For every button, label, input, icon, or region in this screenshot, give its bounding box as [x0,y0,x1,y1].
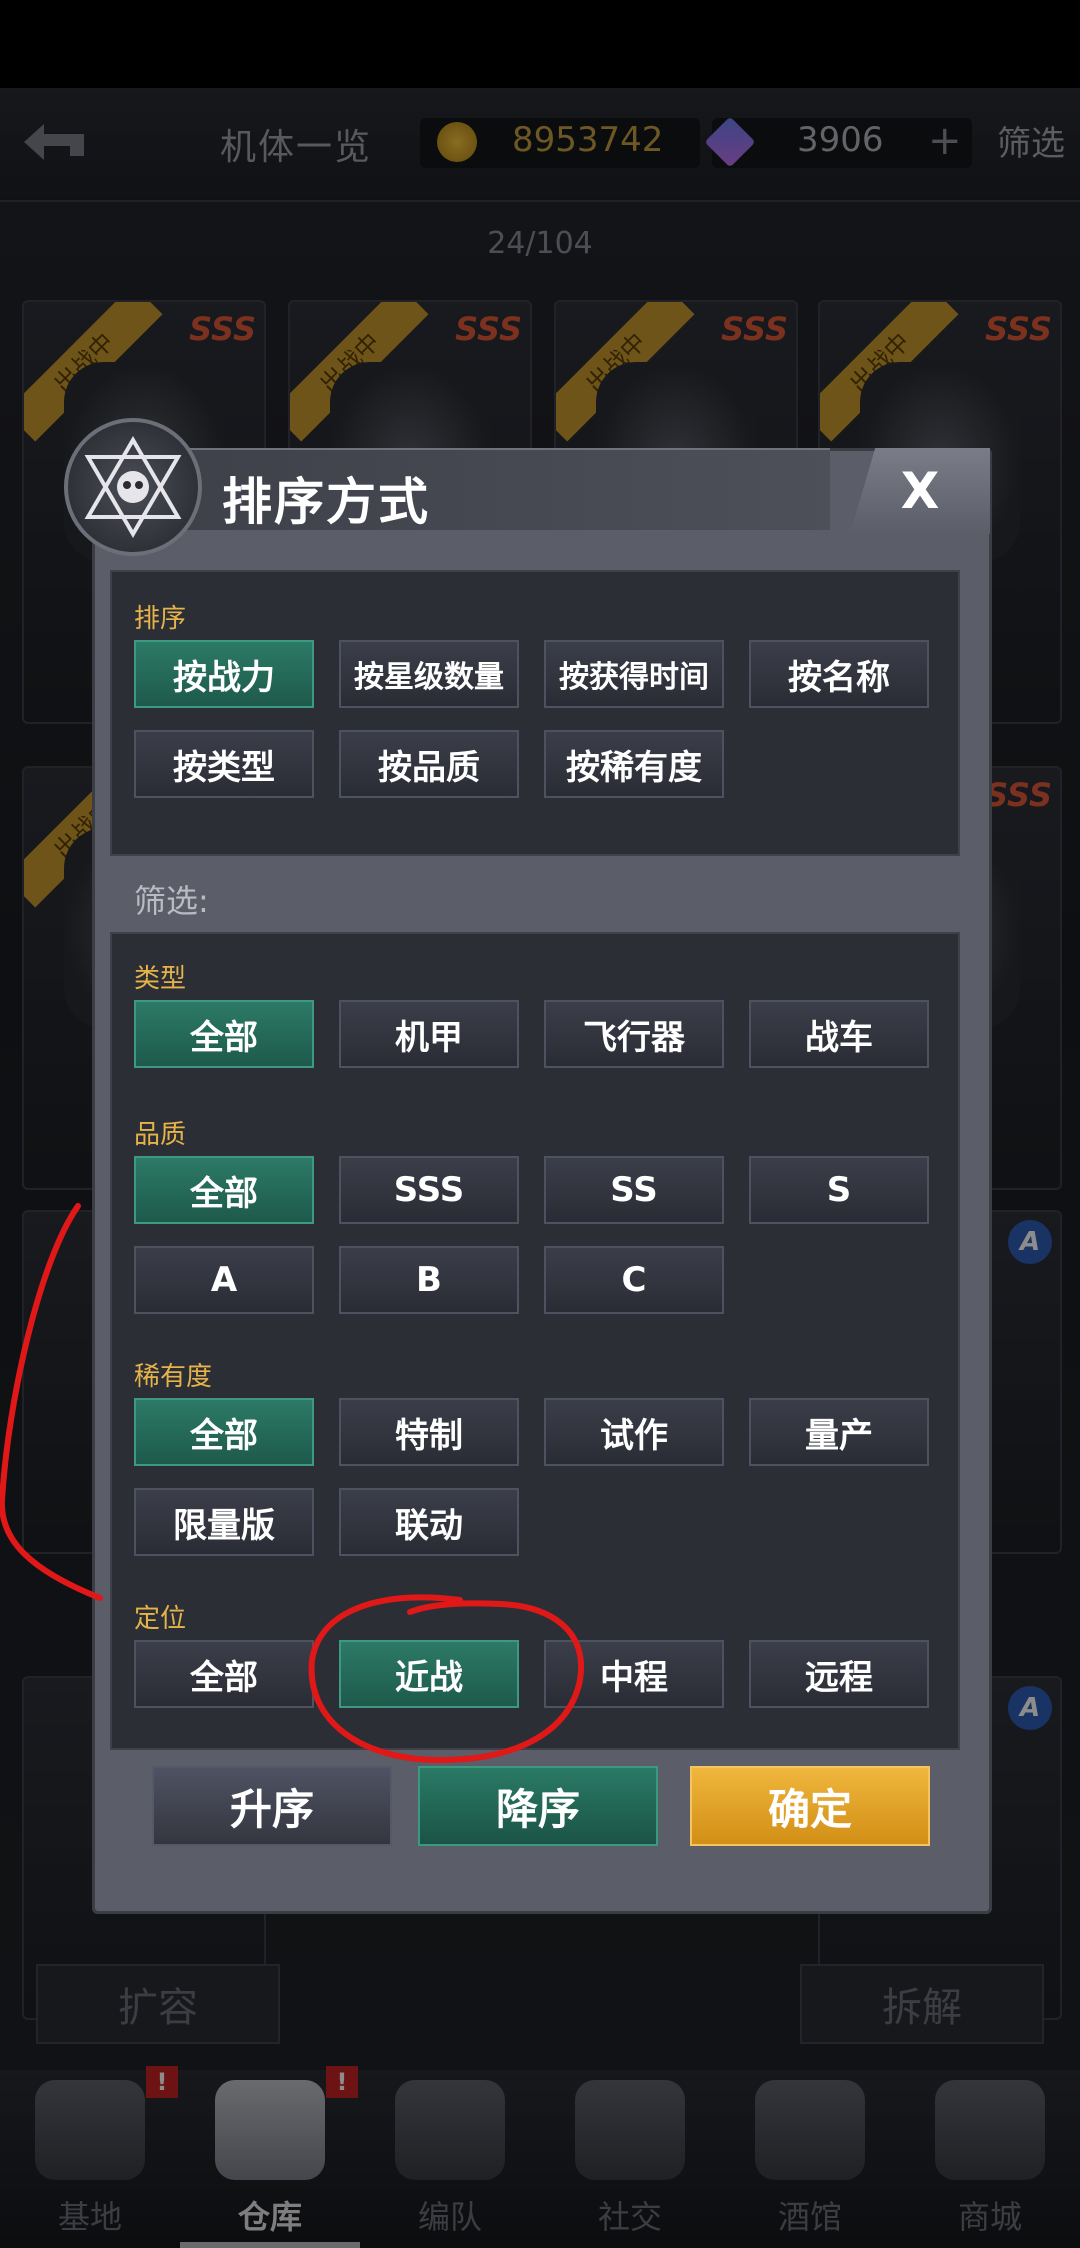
position-ranged-button[interactable]: 远程 [749,1640,929,1708]
rarity-collab-button[interactable]: 联动 [339,1488,519,1556]
quality-b-button[interactable]: B [339,1246,519,1314]
sort-by-time-button[interactable]: 按获得时间 [544,640,724,708]
ascending-button[interactable]: 升序 [152,1766,392,1846]
quality-a-button[interactable]: A [134,1246,314,1314]
sort-by-name-button[interactable]: 按名称 [749,640,929,708]
confirm-button[interactable]: 确定 [690,1766,930,1846]
quality-s-button[interactable]: S [749,1156,929,1224]
sort-label: 排序 [134,604,187,634]
type-aircraft-button[interactable]: 飞行器 [544,1000,724,1068]
dialog-title: 排序方式 [222,473,430,531]
rarity-mass-button[interactable]: 量产 [749,1398,929,1466]
sort-by-type-button[interactable]: 按类型 [134,730,314,798]
skull-emblem-icon [64,418,202,556]
type-label: 类型 [134,964,187,994]
quality-label: 品质 [134,1120,187,1150]
rarity-label: 稀有度 [134,1362,213,1392]
position-melee-button[interactable]: 近战 [339,1640,519,1708]
position-label: 定位 [134,1604,187,1634]
quality-all-button[interactable]: 全部 [134,1156,314,1224]
status-bar [0,0,1080,88]
type-tank-button[interactable]: 战车 [749,1000,929,1068]
position-mid-button[interactable]: 中程 [544,1640,724,1708]
rarity-prototype-button[interactable]: 试作 [544,1398,724,1466]
type-all-button[interactable]: 全部 [134,1000,314,1068]
sort-by-stars-button[interactable]: 按星级数量 [339,640,519,708]
rarity-limited-button[interactable]: 限量版 [134,1488,314,1556]
rarity-all-button[interactable]: 全部 [134,1398,314,1466]
position-all-button[interactable]: 全部 [134,1640,314,1708]
quality-c-button[interactable]: C [544,1246,724,1314]
sort-by-power-button[interactable]: 按战力 [134,640,314,708]
sort-by-rarity-button[interactable]: 按稀有度 [544,730,724,798]
quality-ss-button[interactable]: SS [544,1156,724,1224]
filter-label: 筛选: [134,882,209,920]
sort-panel [110,570,960,856]
quality-sss-button[interactable]: SSS [339,1156,519,1224]
descending-button[interactable]: 降序 [418,1766,658,1846]
rarity-special-button[interactable]: 特制 [339,1398,519,1466]
type-mech-button[interactable]: 机甲 [339,1000,519,1068]
sort-by-quality-button[interactable]: 按品质 [339,730,519,798]
